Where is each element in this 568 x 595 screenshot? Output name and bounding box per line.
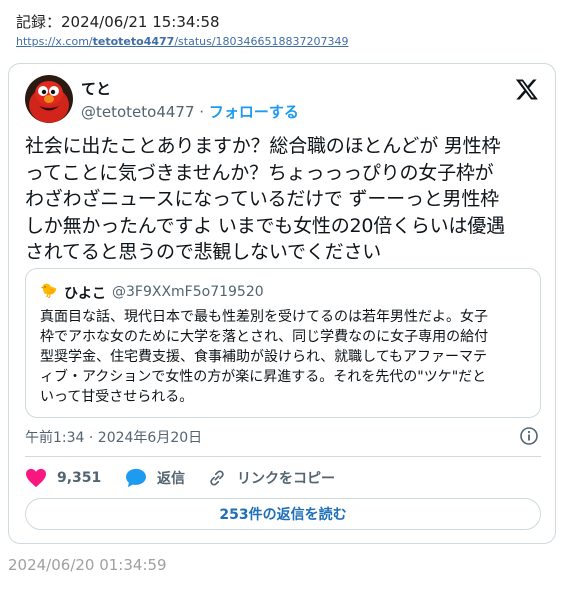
follow-button[interactable]: フォローする bbox=[209, 103, 299, 121]
tweet-text-line: ってことに気づきませんか？ちょっっっぴりの女子枠が bbox=[25, 161, 494, 184]
author-handle-row: @tetoteto4477 · フォローする bbox=[81, 101, 299, 122]
tweet-text-line: わざわざニュースになっているだけで ずーーっと男性枠 bbox=[25, 188, 499, 210]
chick-avatar-icon: 🐤 bbox=[40, 283, 58, 299]
quoted-author-name: ひよこ bbox=[64, 286, 106, 302]
tweet-text-line: されてると思うので悲観しないでください bbox=[25, 241, 382, 263]
read-replies-button[interactable]: 253件の返信を読む bbox=[25, 498, 541, 530]
heart-icon bbox=[26, 468, 46, 488]
author-handle[interactable]: @tetoteto4477 bbox=[81, 103, 195, 121]
quoted-text-line: いって甘受させられる。 bbox=[40, 389, 194, 405]
copy-link-button[interactable]: リンクをコピー bbox=[207, 466, 335, 490]
quoted-text-line: 型奨学金、住宅費支援、食事補助が設けられ、就職してもアファーマテ bbox=[40, 349, 488, 365]
quoted-text: 真面目な話、現代日本で最も性差別を受けてるのは若年男性だよ。女子 枠でアホな女の… bbox=[40, 307, 530, 407]
reply-bubble-icon bbox=[126, 468, 146, 488]
quoted-text-line: ィブ・アクションで女性の方が楽に昇進する。それを先代の"ツケ"だと bbox=[40, 369, 487, 385]
url-prefix: https://x.com/ bbox=[16, 35, 93, 48]
quoted-tweet[interactable]: 🐤 ひよこ @3F9XXmF5o719520 真面目な話、現代日本で最も性差別を… bbox=[25, 268, 541, 418]
tweet-text: 社会に出たことありますか？総合職のほとんどが 男性枠 ってことに気づきませんか？… bbox=[25, 133, 541, 266]
like-count: 9,351 bbox=[57, 470, 102, 486]
footer-date: 2024/06/20 01:34:59 bbox=[8, 556, 167, 574]
record-timestamp: 記録：2024/06/21 15:34:58 bbox=[16, 13, 220, 31]
url-user: tetoteto4477 bbox=[92, 35, 175, 48]
link-icon bbox=[210, 470, 224, 486]
url-suffix: /status/1803466518837207349 bbox=[174, 35, 349, 48]
info-icon[interactable] bbox=[519, 426, 539, 446]
tweet-text-line: 社会に出たことありますか？総合職のほとんどが 男性枠 bbox=[25, 135, 501, 157]
tweet-card: てと @tetoteto4477 · フォローする 社会に出たことありますか？総… bbox=[8, 63, 556, 544]
x-logo-icon[interactable] bbox=[515, 77, 539, 101]
like-button[interactable]: 9,351 bbox=[25, 466, 101, 490]
quoted-text-line: 枠でアホな女のために大学を落とされ、同じ学費なのに女子専用の給付 bbox=[40, 329, 489, 345]
reply-label: 返信 bbox=[157, 471, 185, 487]
author-name[interactable]: てと bbox=[81, 78, 111, 99]
avatar[interactable] bbox=[25, 75, 73, 123]
tweet-timestamp[interactable]: 午前1:34 · 2024年6月20日 bbox=[25, 427, 202, 447]
tweet-text-line: しか無かったんですよ いまでも女性の20倍くらいは優遇 bbox=[25, 214, 505, 237]
tweet-url-link[interactable]: https://x.com/tetoteto4477/status/180346… bbox=[16, 35, 349, 48]
separator-dot: · bbox=[199, 103, 205, 121]
copy-link-label: リンクをコピー bbox=[237, 471, 335, 487]
reply-button[interactable]: 返信 bbox=[125, 466, 185, 490]
action-bar: 9,351 返信 リンクをコピー bbox=[25, 466, 541, 490]
quoted-text-line: 真面目な話、現代日本で最も性差別を受けてるのは若年男性だよ。女子 bbox=[40, 309, 488, 325]
quoted-author-handle: @3F9XXmF5o719520 bbox=[112, 284, 264, 300]
divider bbox=[25, 456, 541, 457]
